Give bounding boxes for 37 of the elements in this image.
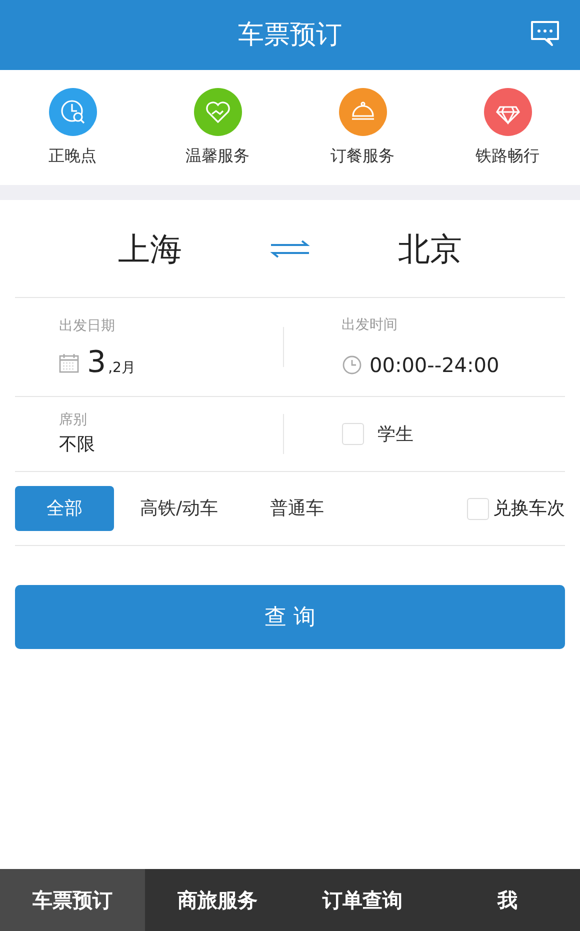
departure-station[interactable]: 上海 [118,224,182,272]
swap-icon[interactable] [269,238,311,258]
train-type-tab[interactable]: 高铁/动车 [114,486,244,531]
header-title: 车票预订 [238,18,342,52]
arrival-station[interactable]: 北京 [398,224,462,272]
shortcut-item[interactable]: 温馨服务 [145,88,290,168]
bottom-tab[interactable]: 我 [435,869,580,931]
time-field[interactable]: 出发时间 00:00--24:00 [284,314,565,380]
train-type-tab[interactable]: 普通车 [244,486,350,531]
shortcut-icon [484,88,532,136]
exchange-label: 兑换车次 [493,497,565,521]
time-value: 00:00--24:00 [370,352,500,378]
search-button[interactable]: 查 询 [15,585,565,649]
bottom-tab[interactable]: 商旅服务 [145,869,290,931]
clock-icon [342,354,362,374]
date-label: 出发日期 [59,316,116,336]
date-day: 3 [87,346,106,378]
calendar-icon [59,352,79,372]
exchange-checkbox[interactable] [467,498,489,520]
student-label: 学生 [378,422,414,446]
seat-value: 不限 [59,433,96,457]
student-checkbox[interactable] [342,423,364,445]
seat-field[interactable]: 席别 不限 [15,410,282,458]
shortcut-item[interactable]: 正晚点 [0,88,145,168]
shortcut-item[interactable]: 铁路畅行 [435,88,580,168]
date-month: ,2月 [108,358,136,378]
shortcut-icon [338,88,386,136]
seat-label: 席别 [59,411,88,430]
shortcut-item[interactable]: 订餐服务 [290,88,435,168]
message-icon[interactable] [530,20,560,48]
bottom-tab[interactable]: 车票预订 [0,869,145,931]
bottom-tab[interactable]: 订单查询 [290,869,435,931]
shortcut-icon [48,88,96,136]
time-label: 出发时间 [342,316,398,334]
train-type-tab[interactable]: 全部 [15,486,114,531]
date-field[interactable]: 出发日期 3,2月 [15,316,282,378]
shortcut-icon [194,88,242,136]
